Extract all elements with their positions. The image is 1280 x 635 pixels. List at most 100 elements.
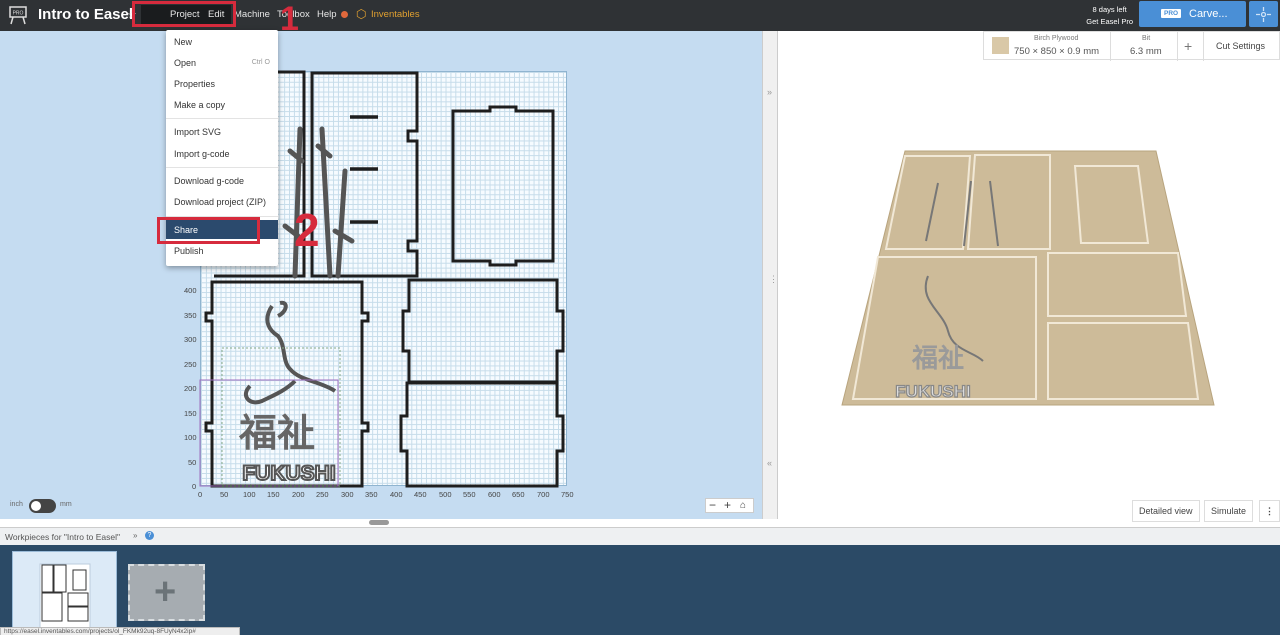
- menu-divider: [166, 118, 278, 119]
- x-tick: 150: [267, 490, 280, 499]
- menu-item-publish[interactable]: Publish: [174, 246, 204, 256]
- panel-splitter[interactable]: » ⋮ «: [762, 31, 778, 519]
- easel-app: PRO Intro to Easel ☆ Project Edit Machin…: [0, 0, 1280, 635]
- svg-text:PRO: PRO: [13, 11, 24, 17]
- bottom-left-panel: [204, 280, 370, 488]
- menu-item-open[interactable]: Open: [174, 58, 196, 68]
- y-tick: 300: [184, 335, 197, 344]
- y-tick: 200: [184, 384, 197, 393]
- annotation-box-2: [157, 217, 260, 244]
- top-right-panel: [451, 105, 555, 267]
- easel-pro-icon[interactable]: PRO: [9, 5, 27, 25]
- x-tick: 50: [220, 490, 229, 499]
- machine-connect-button[interactable]: [1249, 1, 1278, 27]
- divider: [1177, 32, 1178, 61]
- x-tick: 750: [561, 490, 574, 499]
- carve-button[interactable]: PRO Carve...: [1139, 1, 1246, 27]
- y-tick: 250: [184, 360, 197, 369]
- divider: [1203, 32, 1204, 61]
- cut-settings-button[interactable]: Cut Settings: [1216, 41, 1265, 51]
- carve-label: Carve...: [1189, 8, 1228, 20]
- preview-fukushi: FUKUSHI: [895, 382, 971, 401]
- zoom-in-icon[interactable]: +: [724, 499, 731, 512]
- x-tick: 0: [198, 490, 203, 499]
- bottom-right-panel-top: [401, 278, 565, 384]
- y-tick: 100: [184, 433, 197, 442]
- y-tick: 150: [184, 409, 197, 418]
- annotation-number-1: 1: [280, 0, 299, 38]
- material-swatch[interactable]: [992, 37, 1009, 54]
- x-tick: 100: [243, 490, 256, 499]
- unit-mm-label: mm: [60, 501, 72, 508]
- fukushi-text: FUKUSHI: [242, 462, 335, 485]
- workpiece-tray: +: [0, 545, 1280, 635]
- x-tick: 700: [537, 490, 550, 499]
- drag-handle-icon[interactable]: ⋮: [769, 274, 778, 285]
- x-tick: 400: [390, 490, 403, 499]
- status-url: https://easel.inventables.com/projects/o…: [0, 627, 240, 635]
- annotation-number-2: 2: [294, 204, 320, 256]
- material-dimensions[interactable]: 750 × 850 × 0.9 mm: [1014, 46, 1099, 57]
- x-tick: 350: [365, 490, 378, 499]
- bit-value[interactable]: 6.3 mm: [1130, 46, 1162, 57]
- plus-icon: +: [154, 571, 177, 613]
- kanji-text: 福祉: [238, 411, 315, 455]
- more-options-icon[interactable]: ⋮: [1259, 500, 1280, 522]
- detailed-view-button[interactable]: Detailed view: [1132, 500, 1200, 522]
- figure-art: [243, 300, 337, 405]
- menu-item-new[interactable]: New: [174, 37, 192, 47]
- menu-help[interactable]: Help: [317, 9, 337, 20]
- zoom-controls: − + ⌂: [705, 498, 754, 513]
- x-tick: 450: [414, 490, 427, 499]
- material-name: Birch Plywood: [1034, 35, 1079, 42]
- x-tick: 250: [316, 490, 329, 499]
- x-tick: 650: [512, 490, 525, 499]
- expand-right-icon[interactable]: »: [767, 87, 772, 97]
- workpieces-bar: Workpieces for "Intro to Easel" » ?: [0, 527, 1280, 545]
- trial-notice[interactable]: 8 days left Get Easel Pro: [1086, 4, 1133, 28]
- help-icon[interactable]: ?: [145, 531, 154, 540]
- trial-days: 8 days left: [1092, 5, 1127, 14]
- x-tick: 600: [488, 490, 501, 499]
- x-tick: 550: [463, 490, 476, 499]
- bit-label: Bit: [1142, 35, 1151, 42]
- menu-item-import-svg[interactable]: Import SVG: [174, 127, 221, 137]
- crosshair-icon: [1256, 7, 1271, 22]
- trial-cta[interactable]: Get Easel Pro: [1086, 16, 1133, 28]
- unit-inch-label: inch: [10, 501, 23, 508]
- menu-item-import-gcode[interactable]: Import g-code: [174, 149, 230, 159]
- design-shapes[interactable]: 福祉 FUKUSHI: [0, 31, 762, 519]
- x-tick: 300: [341, 490, 354, 499]
- notification-dot-icon: [341, 11, 348, 18]
- zoom-out-icon[interactable]: −: [709, 499, 716, 512]
- inventables-logo-icon: ⬡: [356, 7, 367, 21]
- pro-badge: PRO: [1161, 9, 1182, 18]
- 3d-preview[interactable]: 福祉 FUKUSHI: [778, 31, 1280, 527]
- x-tick: 500: [439, 490, 452, 499]
- add-workpiece-button[interactable]: +: [128, 564, 205, 621]
- simulate-button[interactable]: Simulate: [1204, 500, 1254, 522]
- add-bit-icon[interactable]: +: [1184, 38, 1192, 54]
- preview-board: 福祉 FUKUSHI: [841, 150, 1215, 406]
- workpieces-label: Workpieces for "Intro to Easel": [5, 532, 121, 542]
- menu-item-properties[interactable]: Properties: [174, 79, 215, 89]
- design-canvas[interactable]: 福祉 FUKUSHI 0 50 100 150 200 250 300 350 …: [0, 31, 762, 525]
- x-tick: 200: [292, 490, 305, 499]
- open-shortcut: Ctrl O: [251, 59, 270, 66]
- y-tick: 0: [192, 482, 197, 491]
- workpiece-thumbnail[interactable]: [12, 551, 117, 635]
- menu-item-make-copy[interactable]: Make a copy: [174, 100, 225, 110]
- material-settings[interactable]: Birch Plywood 750 × 850 × 0.9 mm Bit 6.3…: [983, 31, 1280, 61]
- canvas-resize-handle[interactable]: [369, 520, 389, 525]
- expand-icon[interactable]: »: [133, 531, 137, 540]
- menu-item-download-zip[interactable]: Download project (ZIP): [174, 197, 266, 207]
- home-icon[interactable]: ⌂: [740, 499, 746, 512]
- collapse-left-icon[interactable]: «: [767, 458, 772, 468]
- preview-kanji: 福祉: [911, 344, 964, 374]
- menu-inventables[interactable]: Inventables: [371, 9, 420, 20]
- unit-toggle[interactable]: [29, 499, 56, 513]
- divider: [1110, 32, 1111, 61]
- project-title[interactable]: Intro to Easel: [38, 6, 133, 23]
- menu-item-download-gcode[interactable]: Download g-code: [174, 176, 244, 186]
- menu-machine[interactable]: Machine: [234, 9, 270, 20]
